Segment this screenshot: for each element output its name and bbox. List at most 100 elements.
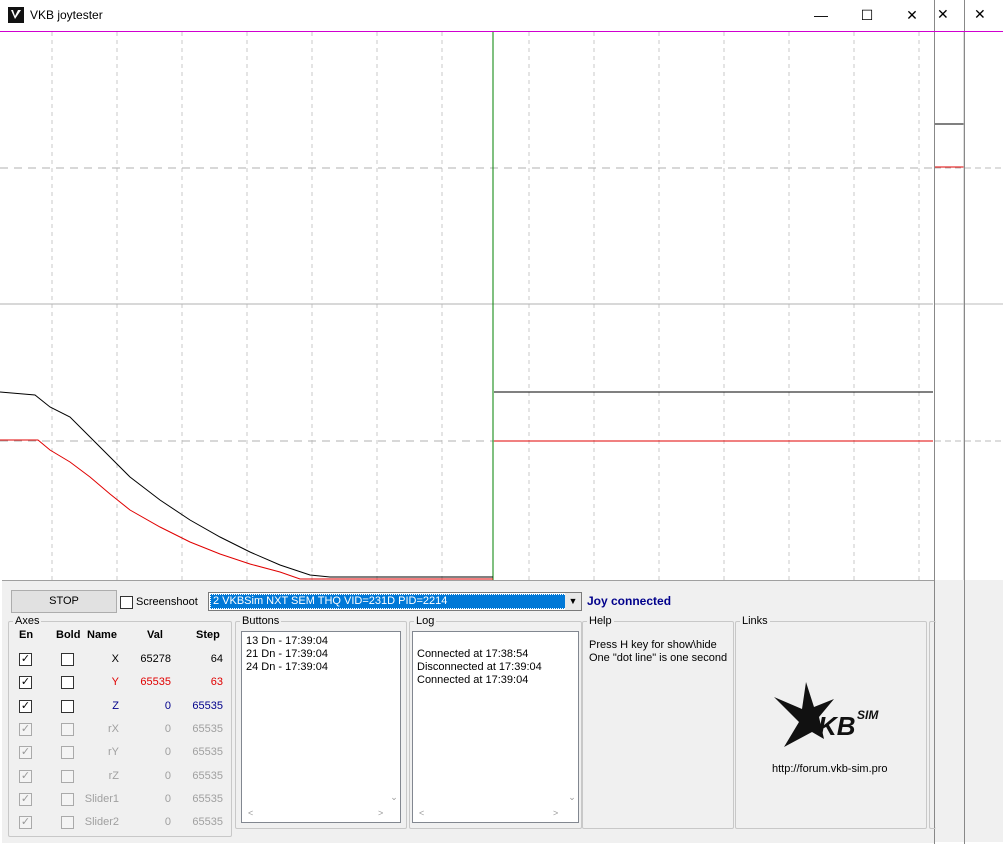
bold-checkbox[interactable] <box>61 769 74 783</box>
enable-checkbox[interactable]: ✓ <box>19 792 32 806</box>
axis-step: 65535 <box>192 816 223 829</box>
background-window-1: ✕ <box>934 0 965 844</box>
log-group-title: Log <box>414 615 437 627</box>
log-entry: Disconnected at 17:39:04 <box>417 661 542 673</box>
screenshot-label: Screenshoot <box>136 596 198 608</box>
svg-text:SIM: SIM <box>857 708 879 722</box>
connection-status: Joy connected <box>587 594 672 608</box>
axis-row-slider2: ✓ Slider2 0 65535 <box>9 811 229 835</box>
axis-value: 0 <box>164 699 171 712</box>
list-item: 13 Dn - 17:39:04 <box>246 635 328 647</box>
enable-checkbox[interactable]: ✓ <box>19 653 32 666</box>
header-en: En <box>19 629 34 641</box>
axis-value: 0 <box>164 746 171 759</box>
axis-name: rY <box>108 746 119 759</box>
ghost-group-edge <box>929 621 936 829</box>
axis-name: X <box>111 653 119 665</box>
help-line: Press H key for show\hide <box>589 639 717 651</box>
vertical-grid <box>51 32 920 580</box>
buttons-group: Buttons 13 Dn - 17:39:04 21 Dn - 17:39:0… <box>235 615 407 829</box>
scroll-down-icon[interactable]: ⌄ <box>566 792 578 803</box>
header-val: Val <box>147 629 163 641</box>
enable-checkbox[interactable]: ✓ <box>19 676 32 690</box>
maximize-button[interactable]: ☐ <box>844 0 890 31</box>
axis-step: 65535 <box>192 699 223 712</box>
bold-checkbox[interactable] <box>61 746 74 760</box>
axis-row-x: ✓ X 65278 64 <box>9 648 229 672</box>
bold-checkbox[interactable] <box>61 816 74 830</box>
axis-step: 65535 <box>192 792 223 805</box>
buttons-group-title: Buttons <box>240 615 282 627</box>
device-selected-value: 2 VKBSim NXT SEM THQ VID=231D PID=2214 <box>210 594 567 609</box>
enable-checkbox[interactable]: ✓ <box>19 769 32 783</box>
axis-name: Slider1 <box>84 792 119 805</box>
forum-link[interactable]: http://forum.vkb-sim.pro <box>772 763 888 775</box>
axis-step: 64 <box>210 653 223 665</box>
scroll-down-icon[interactable]: ⌄ <box>388 792 400 803</box>
axis-value: 0 <box>164 792 171 805</box>
axis-name: Z <box>112 699 119 712</box>
control-panel: STOP Screenshoot 2 VKBSim NXT SEM THQ VI… <box>2 580 936 843</box>
axis-value: 0 <box>164 816 171 829</box>
axis-row-rx: ✓ rX 0 65535 <box>9 718 229 742</box>
axis-plot-canvas <box>0 32 933 580</box>
axis-row-slider1: ✓ Slider1 0 65535 <box>9 788 229 812</box>
window-title: VKB joytester <box>30 8 103 22</box>
axis-row-y: ✓ Y 65535 63 <box>9 671 229 695</box>
axis-step: 65535 <box>192 722 223 735</box>
axis-name: Y <box>111 676 119 689</box>
log-entry: Connected at 17:38:54 <box>417 648 529 660</box>
log-group: Log Connected at 17:38:54 Disconnected a… <box>409 615 582 829</box>
links-group-title: Links <box>740 615 770 627</box>
bold-checkbox[interactable] <box>61 676 74 690</box>
axes-group: Axes En Bold Name Val Step ✓ X 65278 64 ✓ Y 65… <box>8 615 232 837</box>
help-group: Help Press H key for show\hide One "dot … <box>582 615 734 829</box>
axis-row-ry: ✓ rY 0 65535 <box>9 741 229 765</box>
header-bold: Bold <box>56 629 81 641</box>
close-button[interactable]: ✕ <box>889 0 935 31</box>
svg-text:KB: KB <box>818 711 856 741</box>
list-item: 24 Dn - 17:39:04 <box>246 661 328 673</box>
enable-checkbox[interactable]: ✓ <box>19 816 32 830</box>
background-window-2: ✕ <box>964 0 1003 844</box>
vkb-app-icon <box>8 7 24 23</box>
axis-row-rz: ✓ rZ 0 65535 <box>9 765 229 789</box>
axis-value: 0 <box>164 769 171 782</box>
y-axis-trace <box>0 439 493 580</box>
scroll-left-icon[interactable]: < <box>419 808 424 822</box>
scroll-left-icon[interactable]: < <box>248 808 253 822</box>
axis-step: 65535 <box>192 769 223 782</box>
axis-name: Slider2 <box>84 816 119 829</box>
enable-checkbox[interactable]: ✓ <box>19 746 32 760</box>
screenshot-checkbox[interactable] <box>120 596 133 609</box>
list-item: 21 Dn - 17:39:04 <box>246 648 328 660</box>
stop-button[interactable]: STOP <box>11 590 117 613</box>
axis-value: 65278 <box>140 653 171 665</box>
bold-checkbox[interactable] <box>61 699 74 713</box>
axis-step: 63 <box>210 676 223 689</box>
axis-name: rX <box>108 722 119 735</box>
bold-checkbox[interactable] <box>61 653 74 666</box>
device-select[interactable]: 2 VKBSim NXT SEM THQ VID=231D PID=2214 ▼ <box>208 592 582 611</box>
scroll-right-icon[interactable]: > <box>378 808 383 822</box>
enable-checkbox[interactable]: ✓ <box>19 699 32 713</box>
header-step: Step <box>196 629 220 641</box>
vkbsim-logo: KB SIM <box>774 682 879 747</box>
title-bar: VKB joytester — ☐ ✕ <box>0 0 933 31</box>
bold-checkbox[interactable] <box>61 722 74 736</box>
axis-value: 0 <box>164 722 171 735</box>
axis-step: 65535 <box>192 746 223 759</box>
log-list[interactable]: Connected at 17:38:54 Disconnected at 17… <box>412 631 579 823</box>
log-entry: Connected at 17:39:04 <box>417 674 529 686</box>
bold-checkbox[interactable] <box>61 792 74 806</box>
links-group: Links KB SIM http://forum.vkb-sim.pro <box>735 615 927 829</box>
enable-checkbox[interactable]: ✓ <box>19 722 32 736</box>
help-group-title: Help <box>587 615 614 627</box>
scroll-right-icon[interactable]: > <box>553 808 558 822</box>
buttons-list[interactable]: 13 Dn - 17:39:04 21 Dn - 17:39:04 24 Dn … <box>241 631 401 823</box>
axis-row-z: ✓ Z 0 65535 <box>9 695 229 719</box>
axis-name: rZ <box>108 769 119 782</box>
chevron-down-icon[interactable]: ▼ <box>565 593 581 610</box>
header-name: Name <box>87 629 117 641</box>
minimize-button[interactable]: — <box>798 0 844 31</box>
